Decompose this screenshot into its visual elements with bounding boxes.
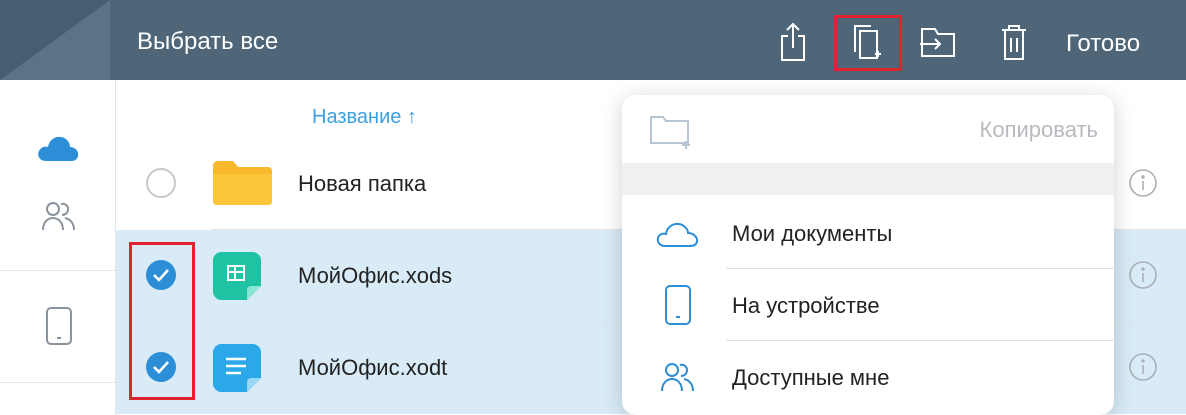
tablet-device-icon[interactable] <box>44 305 74 347</box>
sidebar-divider <box>0 270 115 271</box>
checkboxes-highlight <box>129 242 195 400</box>
folder-add-icon <box>648 111 694 156</box>
trash-icon[interactable] <box>994 20 1034 64</box>
destination-my-documents[interactable]: Мои документы <box>622 197 1114 269</box>
copy-popover: Копировать Мои документы На устройстве Д… <box>622 95 1114 415</box>
popover-title: Копировать <box>979 117 1098 142</box>
done-button[interactable]: Готово <box>1066 30 1140 58</box>
select-all-button[interactable]: Выбрать все <box>137 28 278 56</box>
cloud-icon[interactable] <box>36 132 80 164</box>
tablet-outline-icon <box>654 283 702 327</box>
top-toolbar: Выбрать все Готово <box>0 0 1186 80</box>
popover-arrow <box>855 80 887 96</box>
sort-by-name-header[interactable]: Название ↑ <box>312 106 417 129</box>
destination-on-device[interactable]: На устройстве <box>622 269 1114 341</box>
destination-shared-with-me[interactable]: Доступные мне <box>622 341 1114 413</box>
cloud-outline-icon <box>654 219 702 249</box>
sidebar-divider <box>0 382 115 383</box>
share-icon[interactable] <box>773 20 813 64</box>
shared-users-icon[interactable] <box>40 198 78 234</box>
spreadsheet-file-icon <box>211 250 263 307</box>
info-icon[interactable] <box>1128 352 1158 382</box>
info-icon[interactable] <box>1128 168 1158 198</box>
file-name[interactable]: МойОфис.xods <box>298 263 452 289</box>
file-name[interactable]: Новая папка <box>298 171 426 197</box>
folder-icon <box>211 160 273 211</box>
copy-button-highlight <box>834 15 902 71</box>
destination-label: Доступные мне <box>732 365 890 390</box>
text-document-file-icon <box>211 342 263 399</box>
file-name[interactable]: МойОфис.xodt <box>298 355 447 381</box>
destination-label: На устройстве <box>732 293 880 318</box>
popover-header: Копировать <box>622 95 1114 163</box>
sidebar <box>0 80 116 415</box>
popover-section-gap <box>622 163 1114 195</box>
info-icon[interactable] <box>1128 260 1158 290</box>
move-icon[interactable] <box>918 20 958 64</box>
toolbar-decor-wedge <box>0 0 110 80</box>
select-checkbox[interactable] <box>146 168 176 198</box>
destination-label: Мои документы <box>732 221 893 246</box>
shared-users-icon <box>654 359 702 395</box>
